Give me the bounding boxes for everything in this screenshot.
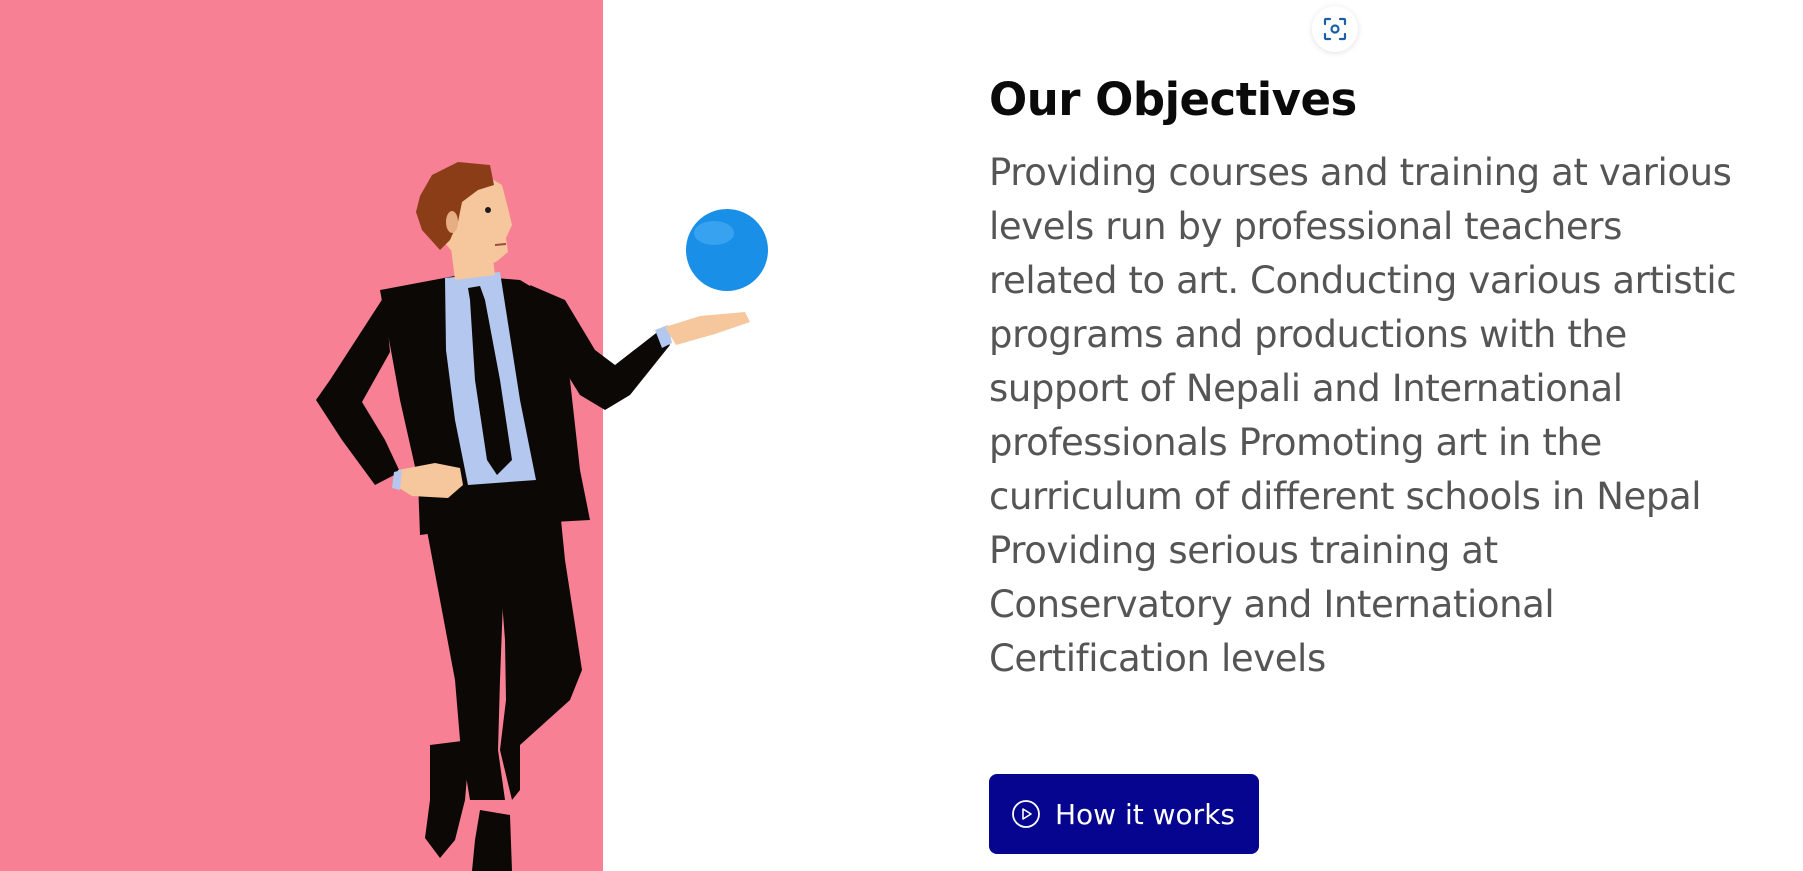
ball-icon	[686, 209, 768, 291]
section-title: Our Objectives	[989, 73, 1357, 126]
how-it-works-button[interactable]: How it works	[989, 774, 1259, 854]
objectives-section: Our Objectives Providing courses and tra…	[989, 68, 1749, 686]
screen-capture-icon	[1323, 17, 1347, 41]
play-circle-icon	[1012, 800, 1040, 828]
screen-capture-button[interactable]	[1312, 6, 1358, 52]
how-it-works-label: How it works	[1055, 797, 1235, 831]
objectives-description: Providing courses and training at variou…	[989, 151, 1737, 680]
businessman-illustration	[316, 162, 768, 871]
